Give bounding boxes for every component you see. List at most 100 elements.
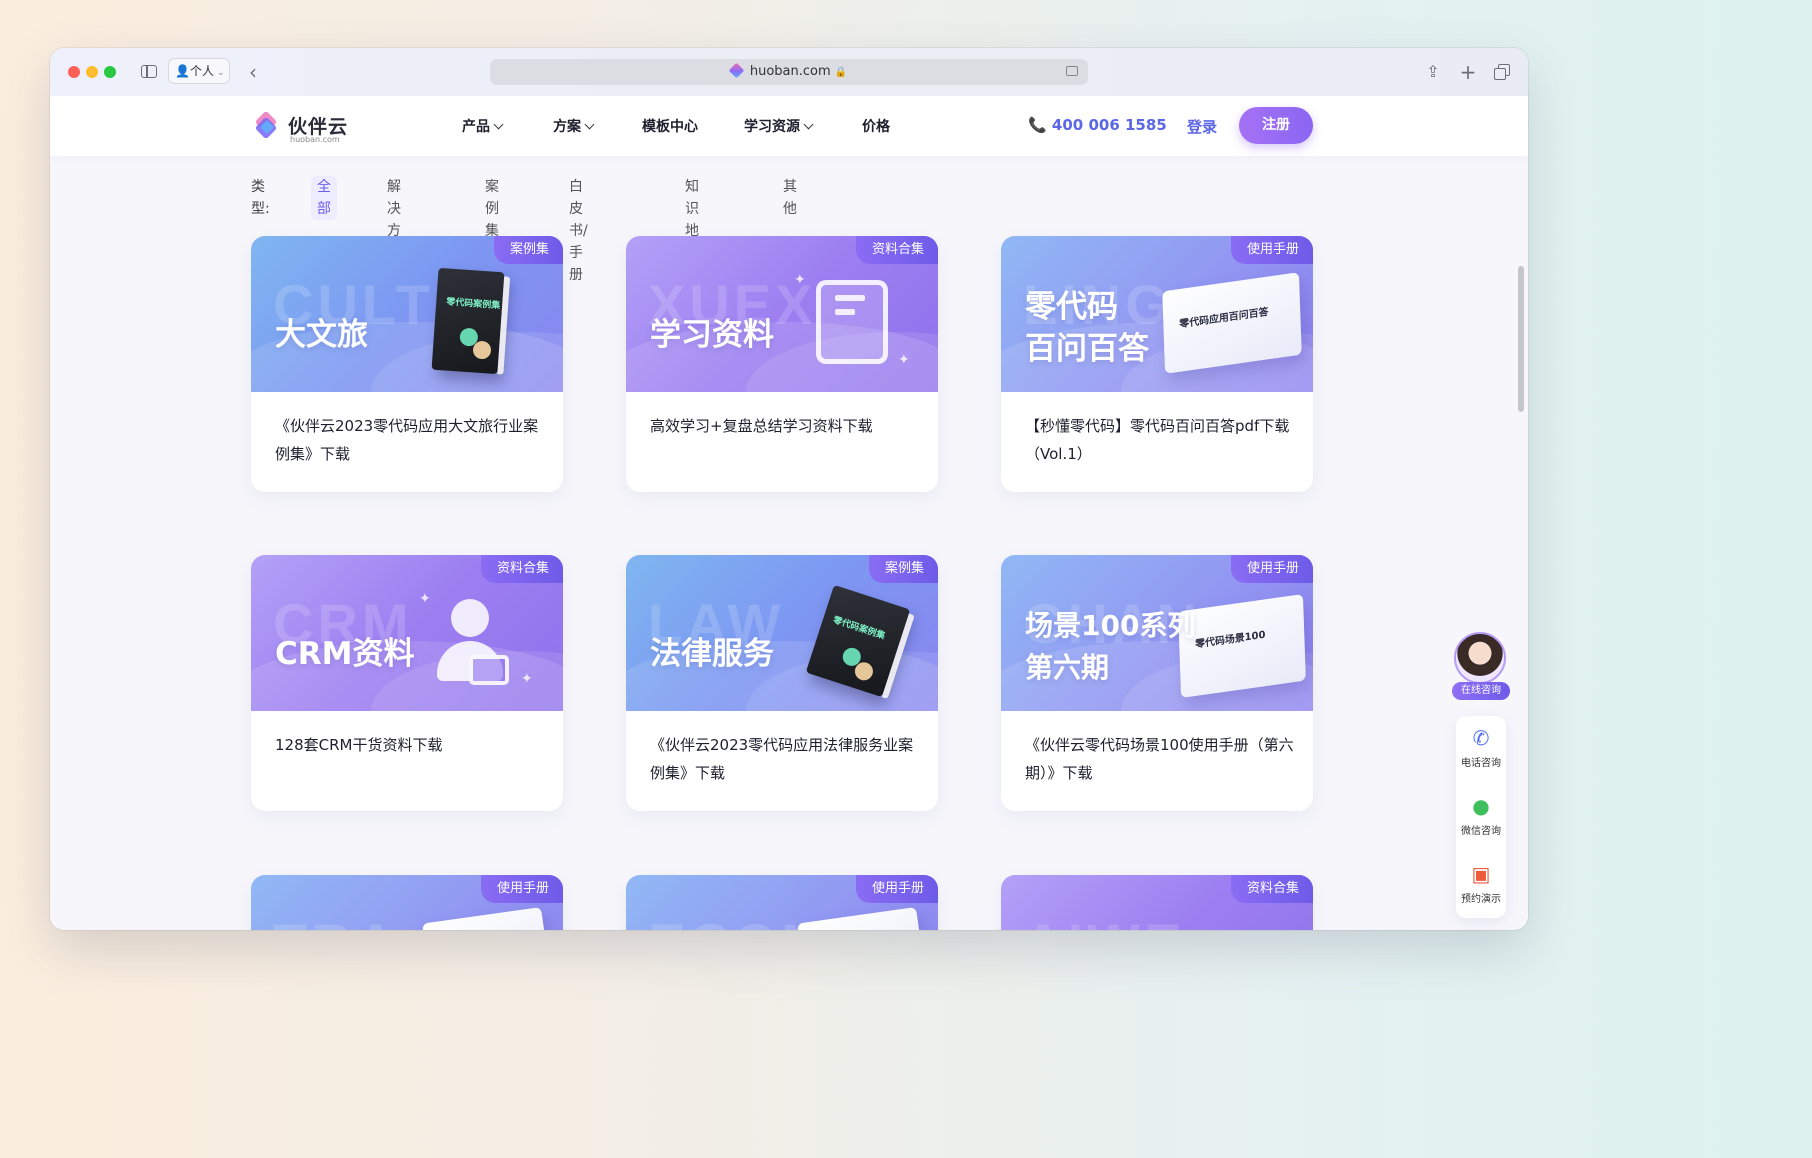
wechat-icon: ●	[1472, 794, 1490, 818]
banner-watermark: AIWE	[1023, 911, 1185, 930]
profile-selector[interactable]: 👤个人 ⌄	[168, 58, 230, 84]
lock-icon: 🔒	[834, 67, 848, 78]
card-banner: CRM ✦ ✦ CRM资料 资料合集	[251, 555, 563, 711]
phone-number: 400 006 1585	[1051, 116, 1167, 134]
resource-card[interactable]: AIWE 资料合集	[1001, 875, 1313, 930]
card-title: 《伙伴云零代码场景100使用手册（第六期）》下载	[1025, 736, 1294, 782]
wechat-consult-button[interactable]: ● 微信咨询	[1456, 794, 1506, 837]
url-text: huoban.com	[749, 64, 831, 79]
resource-card[interactable]: CHAN 零代码场景100 场景100系列 第六期 使用手册 《伙伴云零代码场景…	[1001, 555, 1313, 811]
resource-card[interactable]: XUEX ✦ ✦ 学习资料 资料合集 高效学习+复盘总结学习资料下载	[626, 236, 938, 492]
filter-all[interactable]: 全部	[311, 176, 337, 220]
resource-card[interactable]: LING 零代码应用百问百答 零代码 百问百答 使用手册 【秒懂零代码】零代码百…	[1001, 236, 1313, 492]
person-icon: 👤	[175, 64, 190, 78]
filter-whitepapers[interactable]: 白皮书/手册	[569, 176, 588, 286]
presentation-chart-icon: ▣	[1471, 862, 1491, 886]
banner-watermark: TRA	[273, 911, 400, 930]
site-logo[interactable]: 伙伴云 huoban.com	[252, 110, 352, 144]
nav-item-pricing[interactable]: 价格	[862, 116, 890, 136]
nav-item-label: 学习资源	[744, 119, 800, 135]
filter-label: 类型:	[251, 179, 270, 217]
phone-consult-label: 电话咨询	[1461, 758, 1501, 769]
card-banner: LING 零代码应用百问百答 零代码 百问百答 使用手册	[1001, 236, 1313, 392]
card-title: 《伙伴云2023零代码应用法律服务业案例集》下载	[650, 736, 914, 782]
card-banner: XUEX ✦ ✦ 学习资料 资料合集	[626, 236, 938, 392]
handbook-cover-image	[422, 907, 552, 930]
card-tag-badge: 案例集	[493, 236, 563, 264]
card-title: 【秒懂零代码】零代码百问百答pdf下载（Vol.1）	[1025, 417, 1290, 463]
logo-icon	[255, 112, 277, 139]
card-tag-badge: 资料合集	[480, 555, 563, 583]
sidebar-toggle-icon[interactable]	[140, 61, 160, 83]
card-tag-badge: 使用手册	[855, 875, 938, 903]
nav-item-label: 方案	[553, 119, 581, 135]
sparkle-icon: ✦	[794, 272, 806, 288]
share-icon[interactable]: ⇪	[1424, 61, 1442, 83]
card-banner: LAW 零代码案例集 法律服务 案例集	[626, 555, 938, 711]
online-consult-label: 在线咨询	[1452, 682, 1510, 700]
resource-card[interactable]: LAW 零代码案例集 法律服务 案例集 《伙伴云2023零代码应用法律服务业案例…	[626, 555, 938, 811]
card-tag-badge: 资料合集	[855, 236, 938, 264]
filter-other[interactable]: 其他	[783, 176, 797, 220]
nav-item-learning[interactable]: 学习资源	[744, 116, 814, 136]
card-banner: CULTU 零代码案例集 大文旅 案例集	[251, 236, 563, 392]
chevron-down-icon	[584, 119, 595, 130]
filter-case-studies[interactable]: 案例集	[485, 176, 499, 242]
close-window-button[interactable]	[68, 66, 80, 78]
card-title: 128套CRM干货资料下载	[275, 736, 443, 754]
sparkle-icon: ✦	[419, 591, 431, 607]
banner-headline-line1: 零代码	[1025, 289, 1118, 325]
sparkle-icon: ✦	[521, 671, 533, 687]
card-title: 高效学习+复盘总结学习资料下载	[650, 417, 873, 435]
resource-card[interactable]: CRM ✦ ✦ CRM资料 资料合集 128套CRM干货资料下载	[251, 555, 563, 811]
banner-headline: 学习资料	[650, 317, 774, 353]
id-card-icon	[469, 655, 509, 685]
contact-side-panel: ✆ 电话咨询 ● 微信咨询 ▣ 预约演示	[1456, 716, 1506, 918]
card-tag-badge: 使用手册	[1230, 555, 1313, 583]
web-page: 伙伴云 huoban.com 产品 方案 模板中心 学习资源 价格 📞 400 …	[50, 96, 1528, 930]
site-favicon-icon	[728, 62, 745, 79]
nav-item-label: 模板中心	[642, 119, 698, 135]
handbook-cover-image: 零代码场景100	[1178, 594, 1306, 698]
sparkle-icon: ✦	[898, 352, 910, 368]
banner-headline: CRM资料	[275, 636, 415, 672]
resource-card[interactable]: TRA 使用手册	[251, 875, 563, 930]
browser-window: 👤个人 ⌄ ‹ huoban.com 🔒 ⇪ + 伙伴云 huoban.com 产品…	[50, 48, 1528, 930]
resource-card[interactable]: ECON 使用手册	[626, 875, 938, 930]
page-scrollbar[interactable]	[1518, 266, 1524, 412]
resource-card[interactable]: CULTU 零代码案例集 大文旅 案例集 《伙伴云2023零代码应用大文旅行业案…	[251, 236, 563, 492]
nav-item-product[interactable]: 产品	[462, 116, 504, 136]
nav-item-label: 价格	[862, 119, 890, 135]
phone-link[interactable]: 📞 400 006 1585	[1028, 116, 1167, 134]
phone-consult-button[interactable]: ✆ 电话咨询	[1456, 726, 1506, 769]
new-tab-icon[interactable]: +	[1459, 61, 1477, 83]
folder-icon	[816, 280, 888, 364]
chevron-down-icon	[493, 119, 504, 130]
address-bar[interactable]: huoban.com 🔒	[490, 59, 1088, 85]
card-tag-badge: 使用手册	[480, 875, 563, 903]
card-tag-badge: 案例集	[868, 555, 938, 583]
banner-headline: 大文旅	[275, 317, 368, 353]
back-icon[interactable]: ‹	[246, 61, 260, 83]
login-link[interactable]: 登录	[1187, 116, 1217, 137]
zoom-window-button[interactable]	[104, 66, 116, 78]
logo-subtext: huoban.com	[290, 135, 340, 144]
minimize-window-button[interactable]	[86, 66, 98, 78]
online-consult-widget[interactable]: 在线咨询	[1452, 632, 1510, 700]
banner-headline-line2: 百问百答	[1025, 331, 1149, 367]
tab-overview-icon[interactable]	[1493, 61, 1511, 83]
banner-headline-line1: 场景100系列	[1025, 609, 1196, 642]
book-demo-button[interactable]: ▣ 预约演示	[1456, 862, 1506, 905]
card-banner: TRA 使用手册	[251, 875, 563, 930]
card-tag-badge: 使用手册	[1230, 236, 1313, 264]
site-header: 伙伴云 huoban.com 产品 方案 模板中心 学习资源 价格 📞 400 …	[50, 96, 1528, 156]
person-icon	[451, 599, 489, 637]
nav-item-solutions[interactable]: 方案	[553, 116, 595, 136]
card-title: 《伙伴云2023零代码应用大文旅行业案例集》下载	[275, 417, 539, 463]
book-cover-image: 零代码案例集	[431, 267, 511, 375]
nav-item-templates[interactable]: 模板中心	[642, 116, 698, 136]
card-tag-badge: 资料合集	[1230, 875, 1313, 903]
register-button[interactable]: 注册	[1239, 107, 1313, 144]
reader-icon[interactable]	[1066, 66, 1078, 76]
chevron-down-icon: ⌄	[216, 68, 225, 78]
